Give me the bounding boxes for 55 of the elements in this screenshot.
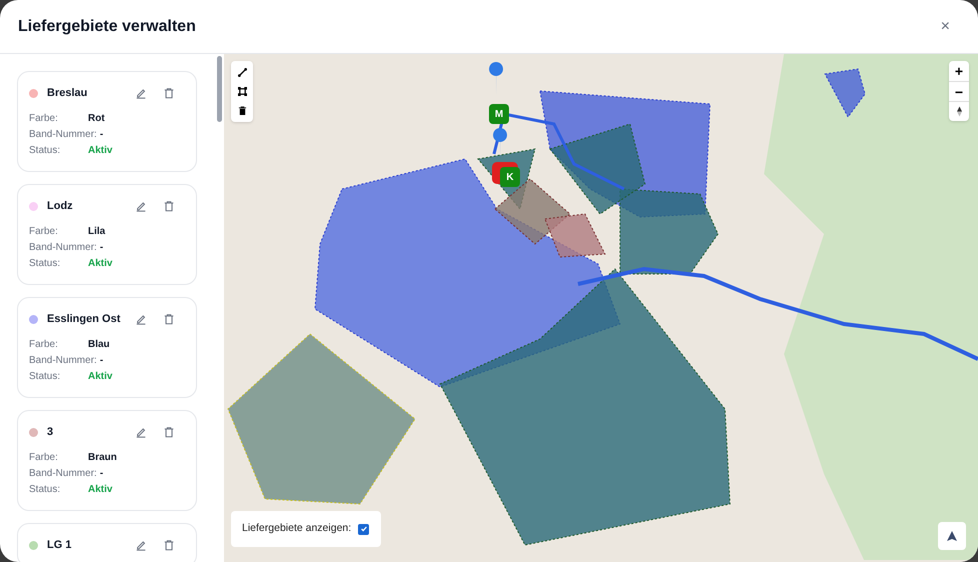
- trash-icon: [163, 87, 175, 99]
- area-name: Esslingen Ost: [47, 312, 122, 327]
- area-name: Breslau: [47, 86, 88, 101]
- field-label: Band-Nummer:: [29, 354, 97, 368]
- field-value: -: [100, 467, 104, 481]
- field-value: Lila: [88, 225, 106, 239]
- show-areas-checkbox[interactable]: [358, 524, 370, 534]
- field-value: Aktiv: [88, 144, 112, 158]
- field-label: Farbe:: [29, 112, 59, 126]
- area-name: Lodz: [47, 198, 74, 214]
- show-areas-label: Liefergebiete anzeigen:: [242, 521, 352, 536]
- field-label: Band-Nummer:: [29, 467, 97, 481]
- checkmark-icon: [360, 525, 368, 533]
- scrollbar[interactable]: [217, 56, 222, 122]
- field-value: Blau: [88, 338, 110, 352]
- trash-icon: [163, 313, 175, 325]
- field-value: -: [100, 241, 104, 255]
- field-value: Rot: [88, 112, 105, 126]
- field-value: Aktiv: [88, 370, 112, 384]
- trash-icon: [163, 426, 175, 438]
- close-button[interactable]: ×: [940, 14, 950, 38]
- field-label: Farbe:: [29, 451, 59, 465]
- area-name: 3: [47, 424, 54, 440]
- pencil-icon: [135, 539, 147, 551]
- pencil-icon: [135, 313, 147, 325]
- field-value: Aktiv: [88, 483, 112, 497]
- pencil-icon: [135, 200, 147, 212]
- arrow-up-icon: [947, 531, 957, 541]
- trash-icon: [163, 200, 175, 212]
- field-value: Aktiv: [88, 257, 112, 271]
- pencil-icon: [135, 87, 147, 99]
- line-icon: [238, 68, 246, 77]
- field-label: Farbe:: [29, 338, 59, 352]
- dialog-title: Liefergebiete verwalten: [18, 16, 196, 36]
- zoom-in-button[interactable]: +: [949, 61, 969, 81]
- map-marker[interactable]: K: [500, 167, 520, 187]
- compass-icon: [956, 106, 962, 117]
- map-marker[interactable]: M: [489, 104, 509, 124]
- field-label: Status:: [29, 257, 62, 271]
- square-icon: [238, 87, 246, 96]
- field-value: -: [100, 128, 104, 142]
- navigation-button[interactable]: [938, 522, 966, 550]
- field-label: Status:: [29, 370, 62, 384]
- field-value: Braun: [88, 451, 117, 465]
- field-label: Status:: [29, 144, 62, 158]
- trash-icon: [163, 539, 175, 551]
- field-label: Band-Nummer:: [29, 241, 97, 255]
- field-value: -: [100, 354, 104, 368]
- field-label: Band-Nummer:: [29, 128, 97, 142]
- area-name: LG 1: [47, 538, 72, 553]
- pencil-icon: [135, 426, 147, 438]
- field-label: Status:: [29, 483, 62, 497]
- trash-icon: [238, 106, 246, 115]
- field-label: Farbe:: [29, 225, 59, 239]
- zoom-out-button[interactable]: −: [949, 81, 969, 101]
